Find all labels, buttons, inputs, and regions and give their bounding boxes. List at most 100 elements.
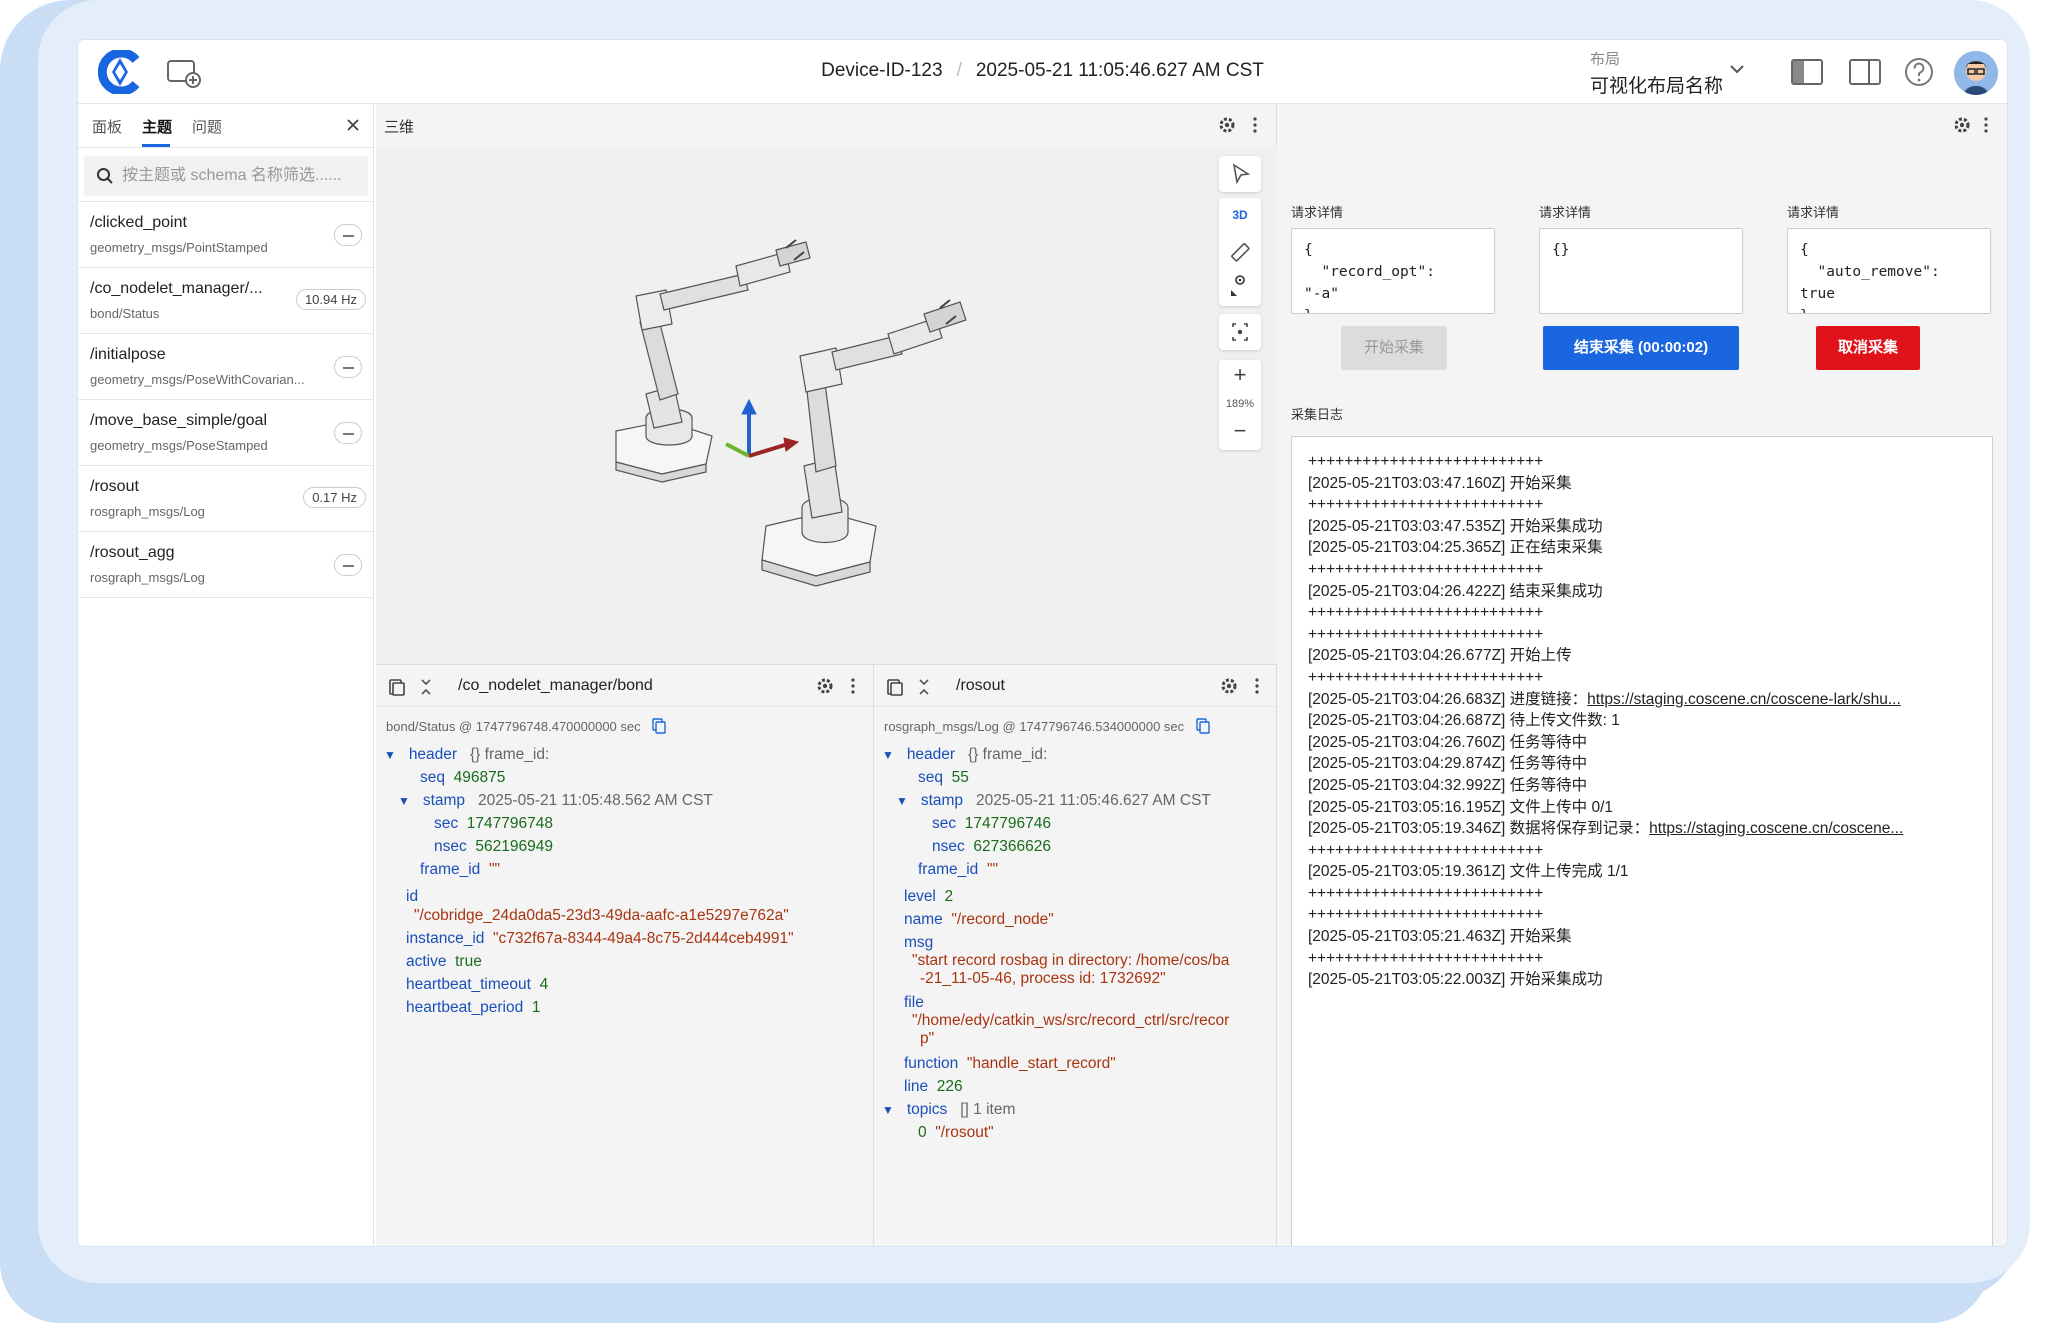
gear-icon[interactable] [1220,677,1238,695]
topic-name: /initialpose [90,346,166,363]
tree-row: frame_id "" [420,858,500,881]
field-value: p" [920,1030,935,1047]
request-details-label: 请求详情 [1291,205,1344,220]
zoom-out-button[interactable]: − [1219,418,1261,444]
gear-icon[interactable] [1218,116,1236,134]
left-sidebar-toggle-icon[interactable] [1790,56,1824,88]
tree-row: sec 1747796746 [932,812,1051,835]
expand-triangle-icon[interactable]: ▼ [384,748,396,762]
3d-viewport[interactable]: 3D + 189% − [376,146,1277,664]
search-icon [97,168,113,184]
field-note: {} frame_id: [968,746,1048,763]
cancel-collection-button[interactable]: 取消采集 [1816,326,1920,370]
topic-item[interactable]: /move_base_simple/goal geometry_msgs/Pos… [78,399,374,466]
tab-problems[interactable]: 问题 [192,116,222,137]
field-value: "/home/edy/catkin_ws/src/record_ctrl/src… [912,1012,1230,1029]
coordinate-axes [725,398,800,458]
message-meta-text: bond/Status @ 1747796748.470000000 sec [386,719,641,734]
field-value: 1747796746 [964,815,1051,832]
fit-view-button[interactable] [1219,314,1261,350]
chevron-down-icon[interactable] [1728,62,1746,76]
more-options-icon[interactable] [1252,116,1258,134]
tree-row[interactable]: ▼ stamp 2025-05-21 11:05:46.627 AM CST [896,789,1211,813]
topic-item[interactable]: /rosout rosgraph_msgs/Log 0.17 Hz [78,465,374,532]
tree-row: heartbeat_timeout 4 [406,973,548,996]
field-note: {} frame_id: [470,746,550,763]
topic-search-input[interactable] [122,156,362,196]
collapse-icon[interactable] [418,677,434,697]
clipboard-icon[interactable] [884,677,904,697]
raw-panel-header: /co_nodelet_manager/bond [376,665,873,707]
progress-link[interactable]: https://staging.coscene.cn/coscene-lark/… [1587,691,1901,708]
publish-point-icon[interactable] [1228,270,1252,300]
log-line: ++++++++++++++++++++++++++ [1308,453,1544,470]
zoom-in-button[interactable]: + [1219,362,1261,388]
gear-icon[interactable] [816,677,834,695]
tab-panels[interactable]: 面板 [92,116,122,137]
log-line: [2025-05-21T03:04:26.687Z] 待上传文件数: 1 [1308,712,1620,730]
raw-topic-path[interactable]: /co_nodelet_manager/bond [458,677,653,695]
field-key: id [406,888,419,905]
copy-icon[interactable] [1196,718,1210,734]
close-icon[interactable] [344,116,362,134]
topic-schema: geometry_msgs/PoseStamped [90,438,268,453]
tree-row: -21_11-05-46, process id: 1732692" [920,967,1166,990]
field-key: stamp [920,792,964,809]
topic-schema: bond/Status [90,306,160,321]
expand-triangle-icon[interactable]: ▼ [882,1103,894,1117]
topic-item[interactable]: /rosout_agg rosgraph_msgs/Log [78,531,374,598]
topic-search [84,156,368,196]
field-value: "" [986,861,998,878]
expand-triangle-icon[interactable]: ▼ [398,794,410,808]
collapse-icon[interactable] [916,677,932,697]
tab-topics[interactable]: 主题 [142,116,172,137]
topic-inactive-badge [334,554,362,576]
raw-topic-path[interactable]: /rosout [956,677,1005,695]
ruler-icon[interactable] [1228,240,1252,264]
request-cancel-body[interactable]: { "auto_remove": true } [1787,228,1991,314]
more-options-icon[interactable] [850,677,856,695]
tree-row[interactable]: ▼ header {} frame_id: [882,743,1047,767]
log-line: ++++++++++++++++++++++++++ [1308,884,1544,902]
message-meta: rosgraph_msgs/Log @ 1747796746.534000000… [884,718,1210,734]
topic-item[interactable]: /co_nodelet_manager/... bond/Status 10.9… [78,267,374,334]
start-collection-button[interactable]: 开始采集 [1341,326,1447,370]
expand-triangle-icon[interactable]: ▼ [896,794,908,808]
select-tool-button[interactable] [1219,156,1261,192]
help-icon[interactable] [1902,56,1936,88]
request-start-body[interactable]: { "record_opt": "-a" } [1291,228,1495,314]
tree-row: nsec 562196949 [434,835,553,858]
user-avatar[interactable] [1954,51,1998,95]
log-link-prefix: [2025-05-21T03:05:19.346Z] 数据将保存到记录： [1308,820,1650,838]
field-key: level [904,888,936,905]
record-link[interactable]: https://staging.coscene.cn/coscene... [1649,820,1903,837]
field-key: function [904,1055,959,1072]
field-key: seq [918,769,943,786]
app-window: Device-ID-123/2025-05-21 11:05:46.627 AM… [78,40,2007,1246]
copy-icon[interactable] [652,718,666,734]
field-value: "/cobridge_24da0da5-23d3-49da-aafc-a1e52… [414,907,789,924]
log-line: ++++++++++++++++++++++++++ [1308,949,1544,967]
topic-item[interactable]: /clicked_point geometry_msgs/PointStampe… [78,201,374,268]
field-value: 2025-05-21 11:05:46.627 AM CST [975,792,1211,809]
right-sidebar-toggle-icon[interactable] [1848,56,1882,88]
request-stop-body[interactable]: {} [1539,228,1743,314]
topic-item[interactable]: /initialpose geometry_msgs/PoseWithCovar… [78,333,374,400]
tree-row: name "/record_node" [904,908,1054,931]
expand-triangle-icon[interactable]: ▼ [882,748,894,762]
3d-mode-button[interactable]: 3D [1219,208,1261,222]
tree-row: nsec 627366626 [932,835,1051,858]
clipboard-icon[interactable] [386,677,406,697]
log-line: ++++++++++++++++++++++++++ [1308,604,1544,622]
field-key: active [406,953,447,970]
stop-collection-button[interactable]: 结束采集 (00:00:02) [1543,326,1739,370]
message-meta-text: rosgraph_msgs/Log @ 1747796746.534000000… [884,719,1185,734]
tree-row[interactable]: ▼ header {} frame_id: [384,743,549,767]
gear-icon[interactable] [1953,116,1971,134]
more-options-icon[interactable] [1983,116,1989,134]
message-meta: bond/Status @ 1747796748.470000000 sec [386,718,666,734]
raw-message-panel-bond: /co_nodelet_manager/bond bond/Status @ 1… [376,664,874,1246]
tree-row[interactable]: ▼ stamp 2025-05-21 11:05:48.562 AM CST [398,789,713,813]
tree-row[interactable]: ▼ topics [] 1 item [882,1098,1015,1122]
more-options-icon[interactable] [1254,677,1260,695]
